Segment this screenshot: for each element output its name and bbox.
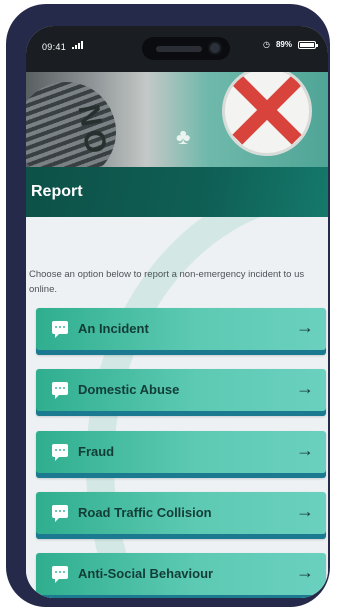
option-label: Fraud — [78, 444, 115, 459]
phone-frame: 09:41 ◷ 89% NO ♣ Report Choose an option… — [6, 4, 330, 607]
battery-percent: 89% — [275, 40, 292, 49]
chat-bubble-icon — [52, 444, 68, 461]
alarm-clock-icon: ◷ — [263, 40, 270, 49]
title-band: Report — [26, 167, 328, 217]
signal-icon — [72, 41, 83, 49]
battery-icon — [298, 40, 318, 49]
arrow-right-icon: → — [296, 501, 314, 521]
option-label: Domestic Abuse — [78, 382, 180, 397]
arrow-right-icon: → — [296, 562, 314, 582]
phone-screen: 09:41 ◷ 89% NO ♣ Report Choose an option… — [26, 26, 328, 598]
arrow-right-icon: → — [296, 317, 314, 337]
page-title: Report — [31, 183, 83, 200]
option-label: An Incident — [78, 321, 149, 336]
shamrock-icon: ♣ — [176, 124, 191, 149]
option-anti-social-behaviour[interactable]: Anti-Social Behaviour → — [36, 553, 326, 598]
option-road-traffic-collision[interactable]: Road Traffic Collision → — [36, 492, 326, 539]
option-domestic-abuse[interactable]: Domestic Abuse → — [36, 369, 326, 416]
status-bar: 09:41 ◷ 89% — [26, 26, 328, 72]
volume-up-button — [6, 108, 14, 150]
volume-down-button — [6, 168, 14, 210]
option-label: Road Traffic Collision — [78, 505, 212, 520]
status-right: ◷ 89% — [263, 40, 318, 49]
content-area: Choose an option below to report a non-e… — [26, 217, 328, 598]
arrow-right-icon: → — [296, 378, 314, 398]
chat-bubble-icon — [52, 505, 68, 522]
chat-bubble-icon — [52, 566, 68, 583]
chat-bubble-icon — [52, 382, 68, 399]
status-time: 09:41 — [42, 42, 67, 52]
speaker-grille — [156, 46, 202, 52]
cross-emblem — [222, 72, 312, 156]
arrow-right-icon: → — [296, 440, 314, 460]
option-label: Anti-Social Behaviour — [78, 566, 214, 581]
chat-bubble-icon — [52, 321, 68, 338]
option-fraud[interactable]: Fraud → — [36, 431, 326, 478]
option-an-incident[interactable]: An Incident → — [36, 308, 326, 355]
intro-text: Choose an option below to report a non-e… — [29, 269, 305, 295]
hero-banner: NO ♣ — [26, 72, 328, 167]
front-camera — [208, 41, 222, 55]
camera-notch — [142, 37, 230, 60]
